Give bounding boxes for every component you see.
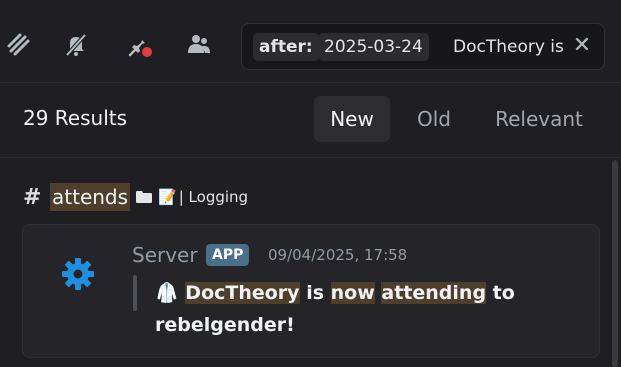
threads-icon[interactable] [2,28,36,62]
search-box[interactable]: after: 2025-03-24 DocTheory is ✕ [241,23,605,70]
message-timestamp: 09/04/2025, 17:58 [268,246,408,264]
search-filter-value[interactable]: 2025-03-24 [318,33,429,61]
header-divider [0,82,621,83]
message-author[interactable]: Server [132,243,198,267]
gear-icon [62,258,94,290]
search-result-card[interactable]: Server APP 09/04/2025, 17:58 🥼 DocTheory… [22,224,600,358]
channel-name[interactable]: attends [50,183,131,211]
clear-search-button[interactable]: ✕ [570,34,594,58]
results-count: 29 Results [23,106,128,130]
pin-icon[interactable] [123,28,157,62]
highlight-term: DocTheory [185,282,300,304]
highlight-term: now [330,282,375,304]
message-line-1: 🥼 DocTheory is now attending to [155,281,515,304]
results-divider [0,157,621,158]
tab-relevant[interactable]: Relevant [484,96,594,142]
search-filter-key[interactable]: after: [253,33,319,61]
tab-new[interactable]: New [314,96,390,142]
members-icon[interactable] [182,28,216,62]
channel-hash-icon: # [23,184,42,210]
message-text: is [299,282,331,304]
highlight-term: attending [381,282,487,304]
channel-header[interactable]: # attends 📝 | Logging [23,182,248,212]
search-input[interactable]: DocTheory is [453,33,573,61]
memo-icon: 📝 [158,188,177,206]
tab-old[interactable]: Old [404,96,464,142]
app-badge: APP [206,244,250,266]
channel-subtitle: | Logging [178,188,249,206]
message-line-2: rebelgender! [155,314,295,336]
lab-coat-icon: 🥼 [155,282,179,304]
quote-bar [133,275,137,311]
folder-icon [136,191,153,203]
top-toolbar: after: 2025-03-24 DocTheory is ✕ [0,0,621,92]
message-text: to [486,282,515,304]
scrollbar[interactable] [612,160,618,367]
mute-bell-icon[interactable] [59,28,93,62]
